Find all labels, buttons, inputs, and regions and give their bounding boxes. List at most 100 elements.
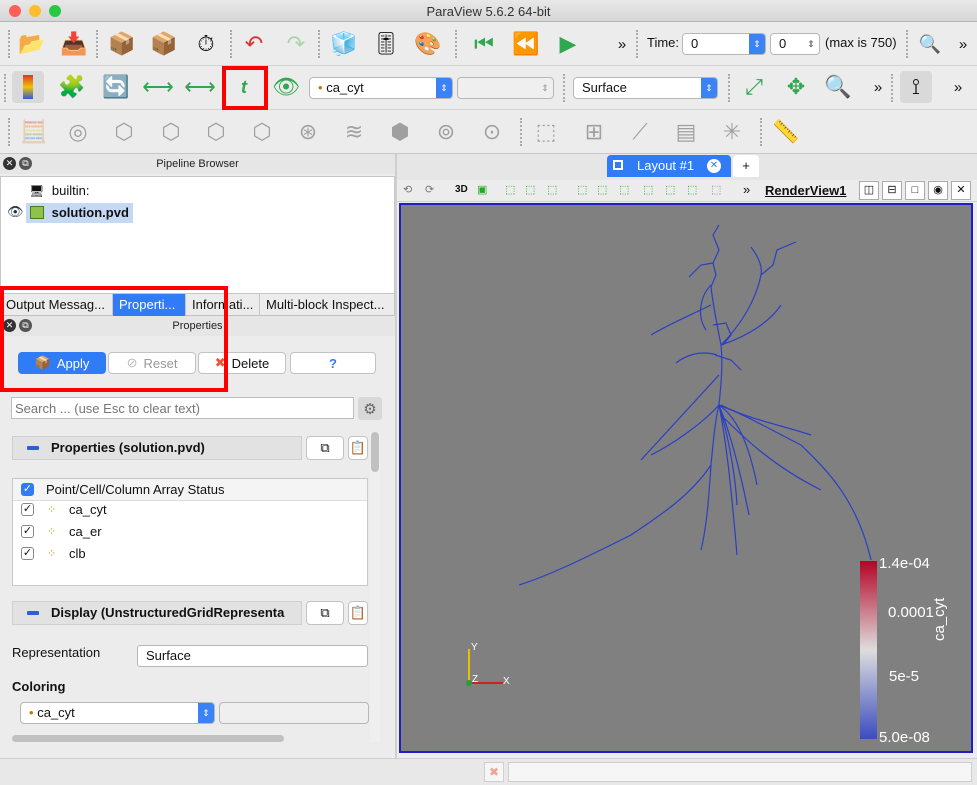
copy-display-button[interactable]: ⧉ (306, 601, 344, 625)
more-chevron-icon[interactable]: » (862, 71, 894, 103)
toolbar-grip[interactable] (520, 118, 524, 146)
ruler-icon[interactable]: 📏 (770, 116, 802, 148)
disconnect-icon[interactable]: 📦 (148, 28, 180, 60)
axes-grid-icon[interactable]: ✳ (716, 116, 748, 148)
close-view-icon[interactable]: ✕ (951, 181, 971, 200)
more-chevron-icon[interactable]: » (947, 28, 977, 60)
maximize-view-icon[interactable]: □ (905, 181, 925, 200)
interactive-select-icon[interactable]: ⬚ (643, 183, 653, 196)
float-pane-icon[interactable]: ⧉ (19, 157, 32, 170)
reset-camera-icon[interactable]: ⤢ (738, 71, 770, 103)
table-row[interactable]: ✓ ⁘ clb (13, 543, 367, 565)
toolbar-grip[interactable] (8, 118, 12, 146)
render-view[interactable]: 1.4e-04 0.0001 5e-5 5.0e-08 ca_cyt Y Z X (399, 203, 973, 753)
reset-range-icon[interactable]: 🔄 (100, 71, 132, 103)
coloring-select[interactable]: • ca_cyt ⇕ (20, 702, 215, 724)
view-name-label[interactable]: RenderView1 (765, 183, 846, 198)
spin-arrows-icon[interactable]: ⇕ (803, 34, 819, 54)
select-cells-through-icon[interactable]: ⬚ (547, 183, 557, 196)
zoom-to-data-icon[interactable]: ✥ (780, 71, 812, 103)
toolbar-grip[interactable] (636, 30, 640, 58)
timestep-spinbox[interactable]: 0 ⇕ (770, 33, 820, 55)
section-display[interactable]: Display (UnstructuredGridRepresenta (12, 601, 302, 625)
close-pane-icon[interactable]: ✕ (3, 157, 16, 170)
toolbar-grip[interactable] (906, 30, 910, 58)
zoom-to-box-icon[interactable]: 🔍 (822, 71, 854, 103)
contour-icon[interactable]: ◎ (62, 116, 94, 148)
representation-combo[interactable]: Surface ⇕ (573, 77, 718, 99)
table-row[interactable]: ✓ ⁘ ca_cyt (13, 499, 367, 521)
paste-properties-button[interactable]: 📋 (348, 436, 368, 460)
extract-level-icon[interactable]: ⊙ (476, 116, 508, 148)
split-vertical-icon[interactable]: ⊟ (882, 181, 902, 200)
select-all-checkbox[interactable]: ✓ (21, 483, 34, 496)
copy-properties-button[interactable]: ⧉ (306, 436, 344, 460)
tab-multiblock-inspector[interactable]: Multi-block Inspect... (260, 294, 395, 316)
clip-icon[interactable]: ⬡ (108, 116, 140, 148)
calculator-icon[interactable]: 🧮 (18, 116, 50, 148)
show-orientation-axes-icon[interactable]: ⟟ (900, 71, 932, 103)
extract-subset-icon[interactable]: ⬡ (246, 116, 278, 148)
cancel-progress-icon[interactable]: ✖ (484, 762, 504, 782)
open-file-icon[interactable]: 📂 (16, 28, 48, 60)
toolbar-grip[interactable] (4, 74, 8, 102)
select-cells-icon[interactable]: ⬚ (505, 183, 515, 196)
help-button[interactable]: ? (290, 352, 376, 374)
edit-color-map-icon[interactable]: 🧩 (56, 71, 88, 103)
array-checkbox[interactable]: ✓ (21, 503, 34, 516)
plot-over-line-icon[interactable]: ⟋ (624, 116, 656, 148)
table-row[interactable]: ✓ ⁘ ca_er (13, 521, 367, 543)
component-combo[interactable]: ⇕ (457, 77, 554, 99)
redo-icon[interactable]: ↷ (280, 28, 312, 60)
auto-apply-icon[interactable]: ⏱ (190, 28, 222, 60)
select-points-through-icon[interactable]: ⬚ (577, 183, 587, 196)
grow-selection-icon[interactable]: ⬚ (711, 183, 721, 196)
palette-icon[interactable]: 🎨 (412, 28, 444, 60)
plot-data-icon[interactable]: ▤ (670, 116, 702, 148)
capture-screenshot-icon[interactable]: ▣ (477, 183, 487, 196)
select-polygon-icon[interactable]: ⬚ (597, 183, 607, 196)
more-chevron-icon[interactable]: » (942, 71, 974, 103)
vertical-scrollbar-thumb[interactable] (371, 432, 379, 472)
color-array-combo[interactable]: • ca_cyt ⇕ (309, 77, 453, 99)
close-tab-icon[interactable]: ✕ (707, 159, 721, 173)
select-blocks-icon[interactable]: ⬚ (619, 183, 629, 196)
toolbar-grip[interactable] (891, 74, 895, 102)
camera-link-icon[interactable]: 🧊 (328, 28, 360, 60)
collapse-dash-icon[interactable] (27, 611, 39, 615)
find-data-icon[interactable]: 🔍 (914, 28, 946, 60)
search-input[interactable] (11, 397, 354, 419)
probe-icon[interactable]: ⊞ (578, 116, 610, 148)
array-checkbox[interactable]: ✓ (21, 525, 34, 538)
threshold-icon[interactable]: ⬡ (200, 116, 232, 148)
camera-undo-icon[interactable]: ⟲ (403, 183, 412, 196)
save-data-icon[interactable]: 📥 (58, 28, 90, 60)
rescale-custom-icon[interactable]: ⟷ (184, 71, 216, 103)
paste-display-button[interactable]: 📋 (348, 601, 368, 625)
tab-layout-1[interactable]: Layout #1 ✕ (607, 155, 731, 177)
group-datasets-icon[interactable]: ⊚ (430, 116, 462, 148)
hover-cells-icon[interactable]: ⬚ (687, 183, 697, 196)
toolbar-grip[interactable] (230, 30, 234, 58)
visibility-eye-icon[interactable]: 👁 (7, 204, 24, 220)
split-horizontal-icon[interactable]: ◫ (859, 181, 879, 200)
warp-by-vector-icon[interactable]: ⬢ (384, 116, 416, 148)
stream-tracer-icon[interactable]: ≋ (338, 116, 370, 148)
time-value-field[interactable]: 0 ⇕ (682, 33, 766, 55)
toolbar-grip[interactable] (96, 30, 100, 58)
select-points-icon[interactable]: ⬚ (530, 116, 562, 148)
toolbar-grip[interactable] (455, 30, 459, 58)
camera-redo-icon[interactable]: ⟳ (425, 183, 434, 196)
hover-points-icon[interactable]: ⬚ (665, 183, 675, 196)
slice-icon[interactable]: ⬡ (155, 116, 187, 148)
splitter[interactable] (395, 154, 397, 758)
toolbar-grip[interactable] (563, 74, 567, 102)
pipeline-item-builtin[interactable]: 🖥 builtin: (29, 181, 89, 201)
coloring-component-select[interactable] (219, 702, 369, 724)
more-chevron-icon[interactable]: » (743, 182, 750, 197)
select-points-icon[interactable]: ⬚ (525, 183, 535, 196)
glyph-icon[interactable]: ⊛ (292, 116, 324, 148)
pipeline-item-solution[interactable]: solution.pvd (26, 203, 133, 223)
rescale-visible-range-icon[interactable]: 👁 (270, 71, 302, 103)
toggle-3d-button[interactable]: 3D (455, 184, 468, 195)
